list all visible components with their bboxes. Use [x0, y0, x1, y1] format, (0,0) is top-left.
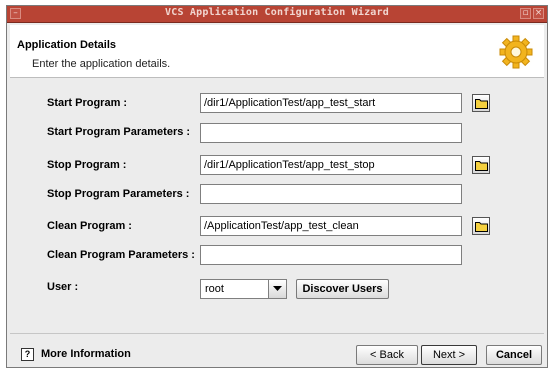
page-subtitle: Enter the application details.: [32, 58, 171, 70]
cancel-button[interactable]: Cancel: [486, 345, 542, 365]
stop-program-label: Stop Program :: [47, 159, 127, 171]
user-label: User :: [47, 281, 79, 293]
back-button[interactable]: < Back: [356, 345, 418, 365]
window-title: VCS Application Configuration Wizard: [165, 7, 389, 18]
clean-program-label: Clean Program :: [47, 220, 132, 232]
user-select-arrow[interactable]: [268, 280, 286, 298]
title-bar[interactable]: – VCS Application Configuration Wizard ▫…: [7, 6, 547, 23]
folder-icon: [475, 222, 488, 232]
page-title: Application Details: [17, 39, 117, 51]
start-program-field[interactable]: /dir1/ApplicationTest/app_test_start: [200, 93, 462, 113]
folder-icon: [475, 161, 488, 171]
help-icon[interactable]: ?: [21, 348, 34, 361]
start-program-label: Start Program :: [47, 97, 128, 109]
discover-users-button[interactable]: Discover Users: [296, 279, 389, 299]
footer-divider: [10, 333, 544, 334]
user-select[interactable]: root: [200, 279, 287, 299]
start-params-field[interactable]: [200, 123, 462, 143]
user-select-value: root: [205, 283, 224, 295]
stop-program-browse-button[interactable]: [472, 156, 490, 174]
stop-program-field[interactable]: /dir1/ApplicationTest/app_test_stop: [200, 155, 462, 175]
start-params-label: Start Program Parameters :: [47, 126, 191, 138]
restore-button[interactable]: ▫: [520, 8, 531, 19]
clean-params-field[interactable]: [200, 245, 462, 265]
page-header: Application Details Enter the applicatio…: [10, 25, 544, 78]
close-button[interactable]: ×: [533, 8, 544, 19]
stop-params-label: Stop Program Parameters :: [47, 188, 190, 200]
start-program-browse-button[interactable]: [472, 94, 490, 112]
more-information-link[interactable]: More Information: [41, 348, 131, 360]
wizard-window: – VCS Application Configuration Wizard ▫…: [6, 5, 548, 368]
clean-program-field[interactable]: /ApplicationTest/app_test_clean: [200, 216, 462, 236]
stop-params-field[interactable]: [200, 184, 462, 204]
folder-icon: [475, 99, 488, 109]
chevron-down-icon: [273, 286, 282, 291]
next-button[interactable]: Next >: [421, 345, 477, 365]
gear-icon: [494, 30, 538, 74]
clean-program-browse-button[interactable]: [472, 217, 490, 235]
clean-params-label: Clean Program Parameters :: [47, 249, 195, 261]
